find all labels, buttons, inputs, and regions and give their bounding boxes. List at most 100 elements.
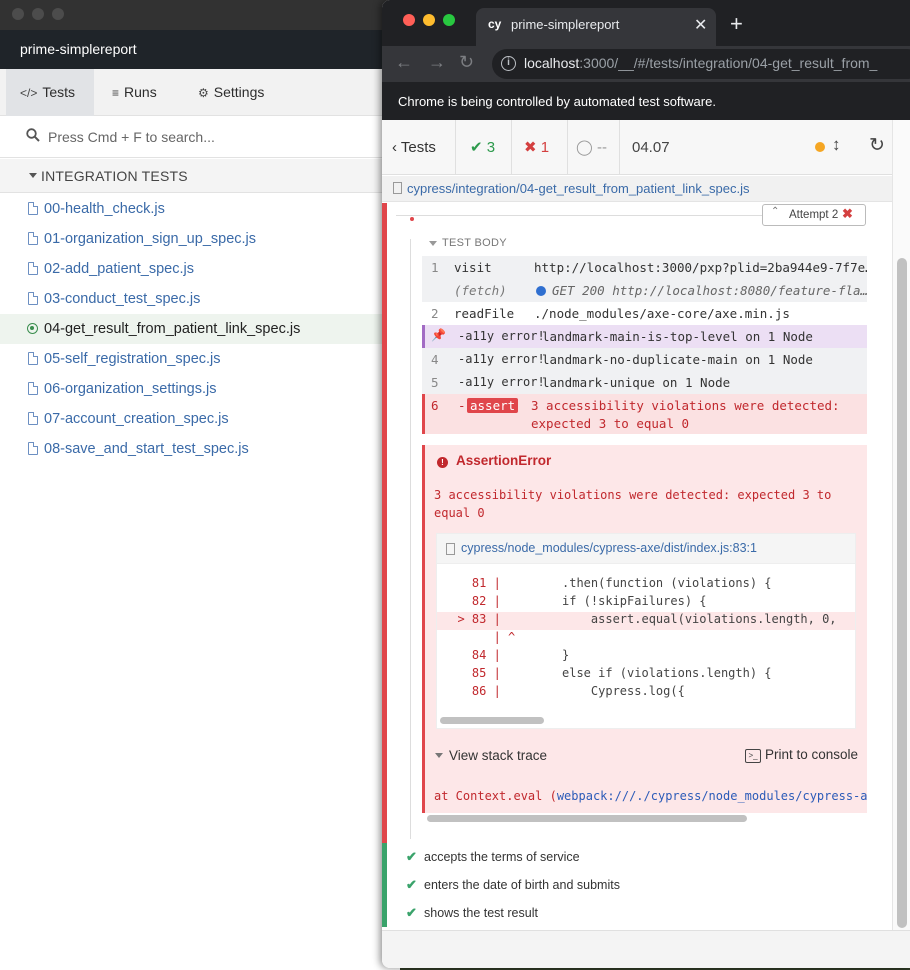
tab-title: prime-simplereport (511, 17, 620, 32)
spec-item[interactable]: 06-organization_settings.js (0, 374, 400, 404)
back-button[interactable]: ← (395, 52, 413, 73)
running-status-icon (815, 142, 825, 152)
passed-test[interactable]: ✔ enters the date of birth and submits (382, 871, 887, 899)
code-line: 81 | .then(function (violations) { (443, 576, 772, 590)
error-name: AssertionError (456, 453, 552, 468)
zoom-window-button[interactable] (443, 14, 455, 26)
automation-notice: Chrome is being controlled by automated … (398, 94, 716, 109)
collapse-icon: ⌃ (771, 206, 780, 217)
tab-close-icon[interactable]: ✕ (694, 15, 707, 35)
spec-label: 00-health_check.js (44, 201, 165, 217)
code-icon: </> (20, 86, 38, 100)
spec-item[interactable]: 01-organization_sign_up_spec.js (0, 224, 400, 254)
scroll-thumb[interactable] (897, 258, 907, 928)
horizontal-scrollbar[interactable] (427, 815, 747, 822)
close-window-button[interactable] (403, 14, 415, 26)
passed-test[interactable]: ✔ accepts the terms of service (382, 843, 887, 871)
tab-tests[interactable]: </> Tests (6, 69, 94, 116)
spec-label: 03-conduct_test_spec.js (44, 291, 201, 307)
minimize-window-button[interactable] (32, 8, 44, 20)
code-frame-path-link[interactable]: cypress/node_modules/cypress-axe/dist/in… (461, 541, 757, 555)
reload-button[interactable]: ↻ (459, 52, 474, 73)
stack-trace-line: at Context.eval (webpack:///./cypress/no… (422, 781, 867, 813)
code-frame-header: cypress/node_modules/cypress-axe/dist/in… (437, 534, 855, 564)
test-body-label[interactable]: TEST BODY (442, 237, 507, 249)
pending-count: ◯ -- (568, 120, 620, 175)
forward-button[interactable]: → (428, 52, 446, 73)
tab-settings-label: Settings (213, 84, 265, 100)
caret-down-icon (29, 173, 37, 178)
code-snippet: 81 | .then(function (violations) { 82 | if… (437, 576, 855, 702)
spec-item[interactable]: 05-self_registration_spec.js (0, 344, 400, 374)
passed-count: ✔ 3 (456, 120, 512, 175)
file-icon (28, 382, 38, 395)
code-line: 84 |} (443, 648, 570, 662)
stack-trace-link[interactable]: webpack:///./cypress/node_modules/cypres… (557, 789, 867, 803)
file-icon (28, 352, 38, 365)
attempt-divider (396, 215, 762, 216)
rerun-icon[interactable]: ↻ (869, 134, 885, 157)
pending-icon: ◯ (576, 139, 593, 156)
file-icon (28, 232, 38, 245)
spec-item[interactable]: 08-save_and_start_test_spec.js (0, 434, 400, 464)
reporter-footer (382, 930, 910, 968)
folder-integration-tests[interactable]: INTEGRATION TESTS (0, 159, 400, 193)
spec-item[interactable]: 02-add_patient_spec.js (0, 254, 400, 284)
search-icon (26, 128, 40, 142)
test-runnable: Attempt 2 ⌃ ✖ TEST BODY 1 visit http://l… (382, 203, 887, 930)
info-icon[interactable]: i (501, 56, 516, 71)
caret-down-icon (435, 753, 443, 758)
failed-state-bar (382, 203, 387, 843)
tab-runs-label: Runs (124, 84, 157, 100)
attempt-marker (410, 217, 414, 221)
command-row-pinned[interactable]: 📌 -a11y error! landmark-main-is-top-leve… (422, 325, 867, 348)
back-to-tests-button[interactable]: ‹ Tests (382, 120, 456, 175)
command-row[interactable]: 1 visit http://localhost:3000/pxp?plid=2… (422, 256, 867, 279)
file-icon (28, 412, 38, 425)
spec-item-running[interactable]: 04-get_result_from_patient_link_spec.js (0, 314, 400, 344)
runner-titlebar (0, 0, 400, 30)
code-line: | ^ (443, 630, 516, 644)
running-icon (27, 323, 38, 334)
reporter-stats-bar: ‹ Tests ✔ 3 ✖ 1 ◯ -- 04.07 ↕ ↻ (382, 120, 892, 175)
file-icon (28, 292, 38, 305)
address-bar[interactable]: i localhost:3000/__/#/tests/integration/… (492, 49, 910, 79)
code-scrollbar[interactable] (440, 717, 544, 724)
new-tab-button[interactable]: + (730, 11, 743, 37)
command-row-failed[interactable]: 6 - assert 3 accessibility violations we… (422, 394, 867, 434)
check-icon: ✔ (470, 139, 483, 156)
caret-down-icon (429, 241, 437, 246)
browser-tab[interactable]: cy prime-simplereport ✕ (476, 8, 716, 46)
project-title: prime-simplereport (20, 41, 137, 57)
error-panel: ! AssertionError 3 accessibility violati… (422, 445, 867, 781)
cypress-runner-window: prime-simplereport </> Tests ≡ Runs ⚙ Setti… (0, 0, 400, 970)
auto-scroll-toggle-icon[interactable]: ↕ (832, 135, 841, 155)
command-row[interactable]: (fetch) GET 200 http://localhost:8080/fe… (422, 279, 867, 302)
command-row[interactable]: 4 -a11y error! landmark-no-duplicate-mai… (422, 348, 867, 371)
file-icon (28, 442, 38, 455)
tab-settings[interactable]: ⚙ Settings (184, 69, 278, 116)
close-window-button[interactable] (12, 8, 24, 20)
passed-test[interactable]: ✔ shows the test result (382, 899, 887, 927)
spec-item[interactable]: 07-account_creation_spec.js (0, 404, 400, 434)
code-line: 82 | if (!skipFailures) { (443, 594, 707, 608)
spec-item[interactable]: 03-conduct_test_spec.js (0, 284, 400, 314)
spec-path-link[interactable]: cypress/integration/04-get_result_from_p… (407, 181, 750, 196)
chrome-window: cy prime-simplereport ✕ + ← → ↻ i localh… (382, 0, 910, 968)
tab-runs[interactable]: ≡ Runs (98, 69, 171, 116)
reporter-scrollbar[interactable] (892, 120, 910, 930)
chrome-toolbar: ← → ↻ i localhost:3000/__/#/tests/integr… (382, 46, 910, 82)
url-text: localhost:3000/__/#/tests/integration/04… (524, 55, 878, 71)
terminal-icon: >_ (745, 749, 761, 763)
search-input[interactable] (48, 126, 368, 148)
command-row[interactable]: 2 readFile ./node_modules/axe-core/axe.m… (422, 302, 867, 325)
file-icon (28, 202, 38, 215)
duration: 04.07 (632, 139, 670, 156)
view-stack-trace-toggle[interactable]: View stack trace (449, 748, 547, 763)
command-row[interactable]: 5 -a11y error! landmark-unique on 1 Node (422, 371, 867, 394)
failed-count: ✖ 1 (512, 120, 568, 175)
spec-item[interactable]: 00-health_check.js (0, 194, 400, 224)
zoom-window-button[interactable] (52, 8, 64, 20)
print-to-console-button[interactable]: Print to console (765, 747, 858, 762)
minimize-window-button[interactable] (423, 14, 435, 26)
